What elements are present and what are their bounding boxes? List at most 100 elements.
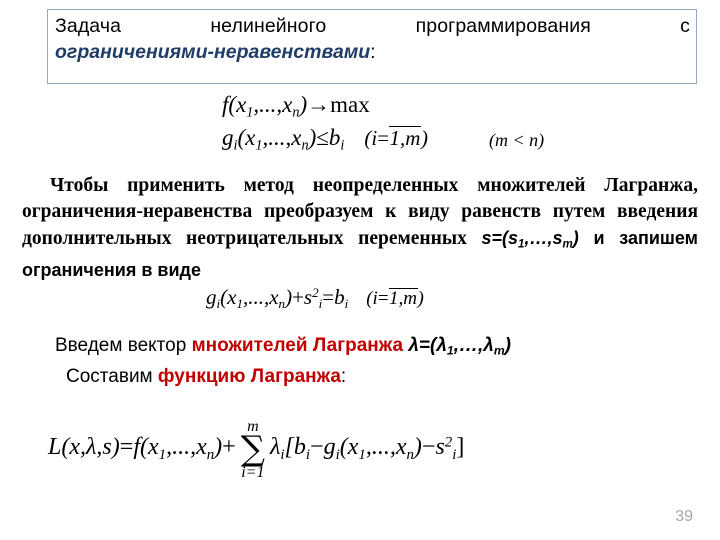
sv-s: s [481, 228, 492, 248]
eq3-g: g [206, 285, 217, 309]
eq3-range-overline: 1,m [388, 288, 418, 309]
eq2-index-range: (i=1,m) [364, 126, 428, 150]
eq2-range-eq: = [377, 126, 390, 150]
lambda-vector-line: Введем вектор множителей Лагранжа λ=(λ1,… [55, 335, 511, 358]
lambda-line-prefix: Введем вектор [55, 335, 192, 356]
eq4-L-x: x [69, 434, 81, 461]
eq2-xn: x [291, 125, 302, 150]
eq4-minus-2: − [421, 434, 436, 461]
eq3-xn: x [269, 285, 279, 309]
sum-lower-limit: i=1 [241, 464, 265, 481]
sv-sm: s [552, 228, 563, 248]
title-line-1: Задача нелинейного программирования с [55, 15, 690, 37]
eq4-L-s: s [102, 434, 112, 461]
summation-operator: m ∑ i=1 [240, 419, 265, 481]
eq4-bracket-close: ] [456, 434, 465, 461]
eq4-equals: = [119, 434, 134, 461]
lagr-line-highlight: функцию Лагранжа [157, 366, 341, 387]
lv-lm: λ [483, 335, 494, 356]
eq2-x1: x [245, 125, 256, 150]
eq4-g: g [323, 434, 336, 461]
eq4-minus-1: − [310, 434, 324, 461]
eq3-b: b [334, 285, 345, 309]
eq4-plus: + [222, 434, 236, 461]
eq4-g-x1: x [347, 434, 359, 461]
eq2-xn-sub: n [301, 137, 309, 154]
slack-vector-symbol: s=(s1,…,sm) [481, 228, 578, 251]
lambda-line-highlight: множителей Лагранжа [191, 335, 404, 356]
eq3-index-range: (i=1,m) [366, 288, 424, 309]
sv-sm-sub: m [562, 238, 573, 251]
eq4-L: L [48, 434, 62, 461]
eq3-s: s [303, 285, 313, 309]
eq4-ellipsis: ,..., [166, 434, 197, 461]
lv-lambda: λ [408, 335, 419, 356]
eq2-ellipsis: ,..., [262, 125, 292, 150]
title-colon: : [370, 41, 376, 63]
eq4-s: s [435, 434, 445, 461]
eq4-xn: x [196, 434, 207, 461]
eq1-x1: x [236, 92, 247, 117]
eq4-g-x1-sub: 1 [358, 446, 366, 463]
lv-l1: λ [436, 335, 447, 356]
eq4-f-close: ) [214, 434, 223, 461]
eq1-paren-open: ( [228, 92, 237, 117]
eq4-g-xn: x [395, 434, 407, 461]
lv-lm-sub: m [493, 343, 505, 358]
eq1-arrow-icon: → [307, 92, 331, 117]
eq4-g-open: ( [339, 434, 348, 461]
sv-eq: =( [491, 228, 509, 248]
equation-objective: f(x1,...,xn)→max [222, 92, 370, 122]
eq4-lambda: λ [270, 434, 281, 461]
eq4-g-xn-sub: n [406, 446, 414, 463]
eq2-b: b [328, 125, 341, 150]
equation-equality-constraint: gi(x1,...,xn)+s2i=bi (i=1,m) [206, 285, 424, 312]
equation-inequality-constraint: gi(x1,...,xn)≤bi (i=1,m) [222, 125, 428, 155]
eq4-g-close: ) [413, 434, 422, 461]
lambda-vector-symbol: λ=(λ1,…,λm) [408, 335, 511, 358]
body-paragraph: Чтобы применить метод неопределенных мно… [22, 173, 698, 284]
sigma-icon: ∑ [240, 429, 265, 469]
eq3-relation: = [322, 285, 335, 309]
lagrange-function-line: Составим функцию Лагранжа: [66, 366, 346, 388]
eq4-g-ellipsis: ,..., [365, 434, 396, 461]
page-number: 39 [675, 508, 693, 525]
lagr-line-prefix: Составим [66, 366, 158, 387]
eq3-paren-close: ) [285, 285, 293, 309]
title-box: Задача нелинейного программирования с ог… [47, 9, 697, 84]
eq2-g: g [222, 125, 234, 150]
title-line-2: ограничениями-неравенствами: [55, 39, 690, 65]
lagr-line-suffix: : [340, 366, 347, 387]
eq3-plus: + [292, 285, 304, 309]
eq3-range-close: ) [417, 288, 424, 309]
lv-eq: =( [418, 335, 437, 356]
eq4-x1: x [147, 434, 159, 461]
slide-canvas: Задача нелинейного программирования с ог… [0, 0, 720, 540]
eq3-b-sub: i [344, 296, 349, 312]
eq4-L-close: ) [111, 434, 120, 461]
sv-ellipsis: ,…, [524, 228, 553, 248]
eq3-ellipsis: ,..., [242, 285, 270, 309]
eq4-bracket-open: [ [284, 434, 294, 461]
lv-close: ) [504, 335, 511, 356]
eq4-L-lambda: λ [86, 434, 97, 461]
eq2-b-sub: i [340, 137, 345, 154]
note-m-less-n: (m < n) [489, 130, 545, 150]
eq2-range-close: ) [420, 126, 428, 150]
eq1-max: max [330, 92, 370, 117]
lv-ellipsis: ,…, [453, 335, 484, 356]
title-emphasis: ограничениями-неравенствами [55, 41, 371, 63]
eq2-paren-open: ( [237, 125, 246, 150]
lv-l1-sub: 1 [446, 343, 454, 358]
eq4-f-open: ( [139, 434, 148, 461]
eq2-relation: ≤ [316, 125, 329, 150]
eq1-xn-sub: n [292, 104, 300, 121]
eq4-f: f [133, 434, 140, 461]
eq3-range-eq: = [377, 288, 389, 309]
eq4-x1-sub: 1 [158, 446, 167, 463]
eq2-range-overline: 1,m [389, 126, 421, 150]
eq1-xn: x [282, 92, 293, 117]
eq4-b: b [293, 434, 306, 461]
eq1-ellipsis: ,..., [253, 92, 283, 117]
equation-lagrangian: L(x,λ,s)=f(x1,...,xn)+ m ∑ i=1 λi[bi−gi(x1,.… [48, 418, 465, 481]
